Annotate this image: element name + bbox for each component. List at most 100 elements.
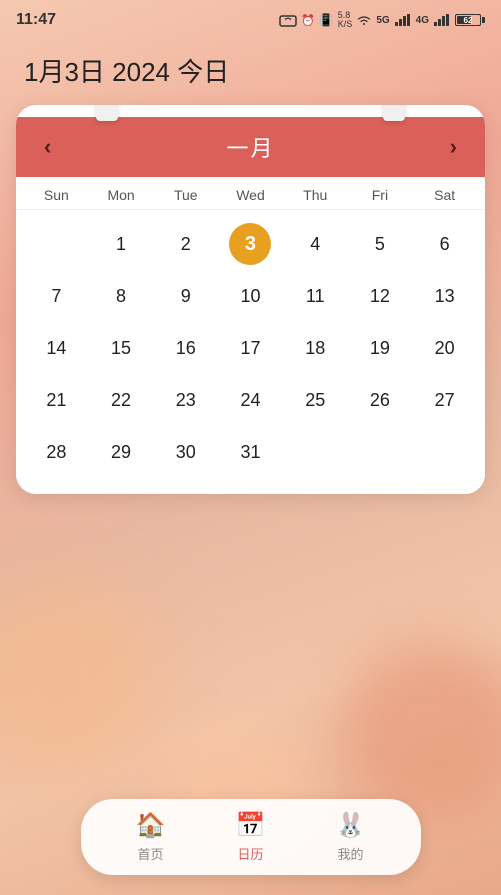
calendar-day[interactable]: 29 (111, 426, 131, 478)
status-bar: 11:47 ⏰ 📳 5.8K/S 5G 4G (0, 0, 501, 36)
calendar-day-wrapper: 16 (153, 322, 218, 374)
calendar-day[interactable]: 20 (435, 322, 455, 374)
weekday-wed: Wed (218, 187, 283, 203)
calendar-day-wrapper: 22 (89, 374, 154, 426)
calendar-day-wrapper: 6 (412, 218, 477, 270)
calendar-header: ‹ 一月 › (16, 117, 485, 177)
4g-label: 4G (416, 15, 429, 26)
calendar-day[interactable]: 22 (111, 374, 131, 426)
weekday-mon: Mon (89, 187, 154, 203)
calendar-day[interactable]: 13 (435, 270, 455, 322)
calendar-day-wrapper: 13 (412, 270, 477, 322)
calendar-day[interactable]: 10 (240, 270, 260, 322)
calendar-day[interactable]: 2 (181, 218, 191, 270)
5g-icon: 5G (376, 15, 389, 26)
calendar-day-wrapper: 9 (153, 270, 218, 322)
weekday-thu: Thu (283, 187, 348, 203)
calendar-day-wrapper: 2 (153, 218, 218, 270)
rabbit-icon: 🐰 (336, 811, 366, 840)
calendar-day-wrapper: 30 (153, 426, 218, 478)
calendar-day-wrapper (348, 426, 413, 478)
month-title: 一月 (226, 131, 274, 163)
calendar-day-wrapper: 18 (283, 322, 348, 374)
calendar-day[interactable]: 18 (305, 322, 325, 374)
calendar-day[interactable]: 23 (176, 374, 196, 426)
status-icons: ⏰ 📳 5.8K/S 5G 4G 62 (279, 11, 485, 29)
calendar-day-wrapper: 26 (348, 374, 413, 426)
notebook-rings (16, 105, 485, 121)
data-speed: 5.8K/S (338, 11, 353, 29)
nav-home[interactable]: 🏠 首页 (116, 811, 186, 863)
weekday-tue: Tue (153, 187, 218, 203)
alarm-icon: ⏰ (301, 14, 315, 27)
calendar-day[interactable]: 6 (440, 218, 450, 270)
calendar-day[interactable]: 24 (240, 374, 260, 426)
weekday-sun: Sun (24, 187, 89, 203)
nav-profile[interactable]: 🐰 我的 (316, 811, 386, 863)
calendar-day[interactable]: 12 (370, 270, 390, 322)
home-icon: 🏠 (136, 811, 166, 840)
calendar-card: ‹ 一月 › Sun Mon Tue Wed Thu Fri Sat 12345… (16, 105, 485, 494)
calendar-day[interactable]: 30 (176, 426, 196, 478)
calendar-day-wrapper: 24 (218, 374, 283, 426)
calendar-day[interactable]: 7 (51, 270, 61, 322)
weekday-sat: Sat (412, 187, 477, 203)
calendar-day-wrapper: 31 (218, 426, 283, 478)
calendar-day-wrapper: 14 (24, 322, 89, 374)
calendar-day[interactable]: 5 (375, 218, 385, 270)
bottom-nav: 🏠 首页 📅 日历 🐰 我的 (81, 799, 421, 875)
nav-home-label: 首页 (137, 844, 163, 863)
calendar-day-wrapper: 10 (218, 270, 283, 322)
calendar-day[interactable]: 16 (176, 322, 196, 374)
calendar-day[interactable]: 25 (305, 374, 325, 426)
calendar-day-wrapper: 15 (89, 322, 154, 374)
nav-calendar[interactable]: 📅 日历 (216, 811, 286, 863)
calendar-day-wrapper: 12 (348, 270, 413, 322)
calendar-day-wrapper: 29 (89, 426, 154, 478)
calendar-day[interactable]: 14 (46, 322, 66, 374)
battery-icon: 62 (455, 14, 485, 26)
calendar-day-wrapper: 1 (89, 218, 154, 270)
calendar-day[interactable]: 19 (370, 322, 390, 374)
ring-right (383, 105, 405, 121)
prev-month-button[interactable]: ‹ (36, 134, 59, 160)
calendar-day[interactable]: 27 (435, 374, 455, 426)
signal-4g2-icon (433, 14, 451, 26)
calendar-day[interactable]: 4 (310, 218, 320, 270)
calendar-day-today[interactable]: 3 (229, 223, 271, 265)
calendar-day[interactable]: 17 (240, 322, 260, 374)
calendar-icon: 📅 (236, 811, 266, 840)
nfc-icon (279, 13, 297, 27)
calendar-day[interactable]: 31 (240, 426, 260, 478)
calendar-day[interactable]: 15 (111, 322, 131, 374)
calendar-day[interactable]: 28 (46, 426, 66, 478)
calendar-day-wrapper: 28 (24, 426, 89, 478)
calendar-day-wrapper: 27 (412, 374, 477, 426)
calendar-day-wrapper: 23 (153, 374, 218, 426)
calendar-day[interactable]: 9 (181, 270, 191, 322)
calendar-day[interactable]: 8 (116, 270, 126, 322)
date-header: 1月3日 2024 今日 (0, 36, 501, 97)
weekday-headers: Sun Mon Tue Wed Thu Fri Sat (16, 177, 485, 210)
next-month-button[interactable]: › (442, 134, 465, 160)
calendar-day[interactable]: 11 (306, 270, 325, 322)
calendar-day[interactable]: 26 (370, 374, 390, 426)
calendar-day-wrapper: 19 (348, 322, 413, 374)
calendar-day-wrapper (283, 426, 348, 478)
vibrate-icon: 📳 (319, 13, 334, 27)
calendar-day[interactable]: 21 (46, 374, 66, 426)
weekday-fri: Fri (348, 187, 413, 203)
calendar-day[interactable]: 1 (116, 218, 126, 270)
status-time: 11:47 (16, 11, 56, 29)
calendar-day-wrapper: 5 (348, 218, 413, 270)
calendar-day-wrapper: 4 (283, 218, 348, 270)
calendar-day-wrapper: 7 (24, 270, 89, 322)
signal-4g-icon (394, 14, 412, 26)
calendar-grid: 1234567891011121314151617181920212223242… (16, 210, 485, 494)
calendar-day-wrapper: 17 (218, 322, 283, 374)
ring-left (96, 105, 118, 121)
calendar-day-wrapper: 8 (89, 270, 154, 322)
calendar-day-wrapper (412, 426, 477, 478)
nav-calendar-label: 日历 (237, 844, 263, 863)
nav-profile-label: 我的 (337, 844, 363, 863)
